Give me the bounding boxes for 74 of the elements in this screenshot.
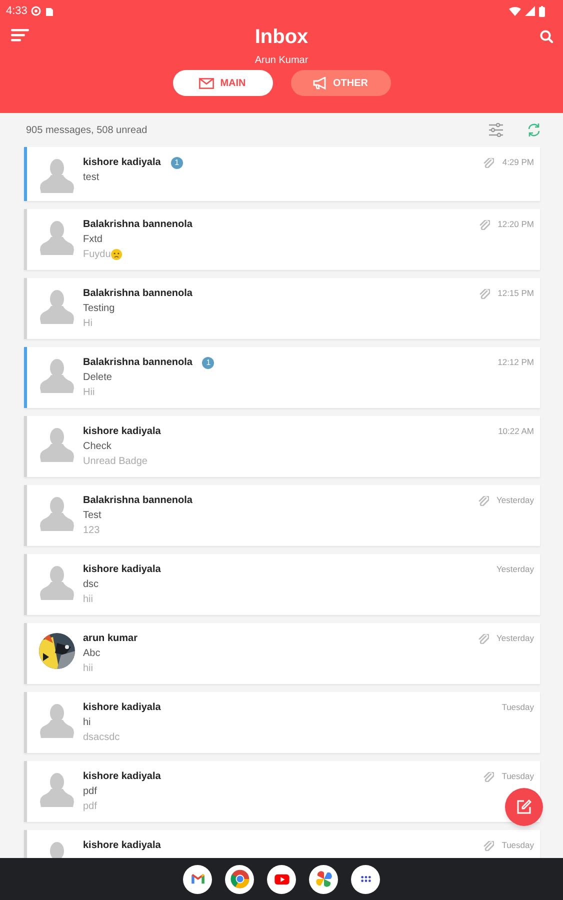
sender-name: Balakrishna bannenola (83, 218, 192, 232)
message-subject: pdf (83, 785, 97, 799)
sender-name: kishore kadiyala (83, 770, 161, 784)
play-icon[interactable] (267, 864, 296, 894)
message-preview: Hi (83, 317, 92, 331)
message-card[interactable]: kishore kadiyala 10:22 AM Check Unread Badge (24, 416, 540, 477)
message-time: Tuesday (502, 701, 534, 714)
message-card[interactable]: Balakrishna bannenola 12:20 PM Fxtd Fuydu (24, 209, 540, 270)
message-card[interactable]: Balakrishna bannenola 1 12:12 PM Delete Hii (24, 347, 540, 408)
sender-name: kishore kadiyala (83, 701, 161, 715)
filter-icon[interactable] (489, 123, 503, 137)
message-subject: Delete (83, 371, 112, 385)
signal-icon (525, 6, 535, 16)
message-preview: 123 (83, 524, 100, 538)
message-preview: hii (83, 662, 94, 676)
app-grid-icon[interactable] (351, 864, 380, 894)
message-time: Tuesday (502, 770, 534, 783)
message-subject: Abc (83, 647, 100, 661)
sender-name: Balakrishna bannenola (83, 494, 192, 508)
inbox-title: Inbox (254, 25, 308, 49)
message-preview: Hii (83, 386, 95, 400)
message-time: Yesterday (496, 632, 534, 645)
message-card[interactable]: kishore kadiyala Tuesday hi dsacsdc (24, 692, 540, 753)
message-card[interactable]: kishore kadiyala Yesterday dsc hii (24, 554, 540, 615)
message-preview: Unread Badge (83, 455, 148, 469)
message-card[interactable]: Balakrishna bannenola Yesterday Test 123 (24, 485, 540, 546)
message-time: Tuesday (502, 839, 534, 852)
notification-icon (31, 6, 42, 16)
megaphone-icon (313, 76, 327, 90)
gmail-icon[interactable] (183, 864, 212, 894)
sender-name: Balakrishna bannenola (83, 287, 192, 301)
mail-icon (199, 78, 214, 88)
message-time: 12:15 PM (498, 287, 534, 300)
edit-icon (516, 799, 532, 815)
message-time: 12:12 PM (498, 356, 534, 369)
message-subject: Test (83, 509, 102, 523)
message-subject: Fxtd (83, 233, 102, 247)
message-subject: hi (83, 716, 91, 730)
chrome-icon[interactable] (225, 864, 254, 894)
message-time: 12:20 PM (498, 218, 534, 231)
message-subject: Check (83, 440, 112, 454)
message-time: Yesterday (496, 494, 534, 507)
message-time: 10:22 AM (498, 425, 534, 438)
status-time: 4:33 (6, 4, 28, 19)
message-time: 4:29 PM (502, 156, 534, 169)
sender-name: kishore kadiyala (83, 425, 161, 439)
sd-card-icon (45, 6, 54, 16)
message-preview: dsacsdc (83, 731, 120, 745)
message-card[interactable]: kishore kadiyala 1 4:29 PM test (24, 147, 540, 201)
sender-name: kishore kadiyala (83, 156, 161, 170)
message-card[interactable]: kishore kadiyala Tuesday pdf pdf (24, 761, 540, 822)
message-subject: test (83, 171, 100, 185)
message-preview: Fuydu (83, 248, 111, 262)
wifi-icon (509, 6, 521, 16)
menu-icon[interactable] (11, 29, 29, 42)
message-time: Yesterday (496, 563, 534, 576)
message-card[interactable]: Balakrishna bannenola 12:15 PM Testing Hi (24, 278, 540, 339)
message-card[interactable]: kishore kadiyala Tuesday (24, 830, 540, 858)
unread-count-badge: 1 (170, 156, 183, 168)
sender-name: kishore kadiyala (83, 839, 161, 853)
message-preview: pdf (83, 800, 97, 814)
sender-name: Balakrishna bannenola (83, 356, 192, 370)
message-count: 905 messages, 508 unread (26, 124, 148, 138)
account-name: Arun Kumar (254, 55, 308, 67)
battery-icon (539, 6, 545, 16)
message-subject: dsc (83, 578, 99, 592)
pinwheel-icon[interactable] (309, 864, 338, 894)
message-preview: hii (83, 593, 94, 607)
message-card[interactable]: arun kumar Yesterday Abc hii (24, 623, 540, 684)
unread-count-badge: 1 (202, 356, 214, 368)
message-subject: Testing (83, 302, 115, 316)
sender-name: kishore kadiyala (83, 563, 161, 577)
search-icon[interactable] (540, 30, 553, 43)
sender-name: arun kumar (83, 632, 138, 646)
